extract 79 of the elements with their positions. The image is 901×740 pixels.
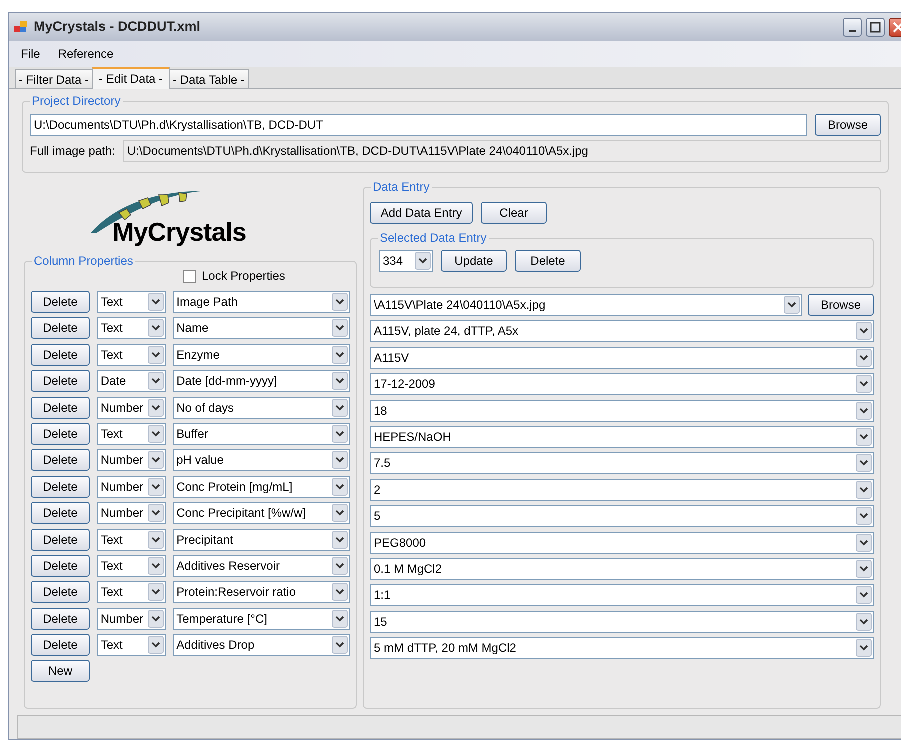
type-dropdown[interactable]: Text — [96, 422, 166, 445]
value-dropdown[interactable]: HEPES/NaOH — [370, 426, 874, 448]
checkbox-label: Lock Properties — [202, 268, 286, 285]
column-name-dropdown[interactable]: Buffer — [172, 422, 350, 445]
column-name-dropdown[interactable]: Conc Protein [mg/mL] — [172, 476, 350, 498]
delete-button[interactable]: Delete — [31, 370, 90, 392]
column-name-dropdown[interactable]: Enzyme — [172, 344, 350, 366]
window-title: MyCrystals - DCDDUT.xml — [34, 18, 201, 36]
tab[interactable]: - Filter Data - — [15, 69, 94, 88]
value-dropdown[interactable]: PEG8000 — [370, 532, 874, 554]
delete-button[interactable]: Delete — [31, 396, 90, 419]
type-dropdown[interactable]: Number — [96, 502, 166, 524]
type-dropdown[interactable]: Number — [96, 608, 166, 630]
delete-button[interactable]: Delete — [515, 250, 581, 272]
delete-button[interactable]: Delete — [31, 502, 90, 524]
group-title: Project Directory — [30, 94, 123, 108]
column-name-dropdown[interactable]: Name — [172, 317, 350, 340]
column-name-dropdown[interactable]: Temperature [°C] — [172, 608, 350, 630]
value-dropdown[interactable]: A115V — [370, 346, 874, 369]
column-name-dropdown[interactable]: Precipitant — [172, 528, 350, 551]
delete-button[interactable]: Delete — [31, 449, 90, 472]
add-data-entry-button[interactable]: Add Data Entry — [370, 202, 473, 224]
delete-button[interactable]: Delete — [31, 581, 90, 604]
delete-button[interactable]: Delete — [31, 476, 90, 498]
delete-button[interactable]: Delete — [31, 554, 90, 577]
delete-button[interactable]: Delete — [31, 528, 90, 551]
value-dropdown[interactable]: 15 — [370, 610, 874, 633]
value-dropdown[interactable]: 7.5 — [370, 452, 874, 474]
delete-button[interactable]: Delete — [31, 291, 90, 313]
tab[interactable]: - Edit Data - — [92, 67, 170, 89]
type-dropdown[interactable]: Text — [96, 581, 166, 604]
type-dropdown[interactable]: Date — [96, 370, 166, 392]
column-name-dropdown[interactable]: Protein:Reservoir ratio — [172, 581, 350, 604]
browse-button[interactable]: Browse — [808, 294, 874, 316]
column-name-dropdown[interactable]: pH value — [172, 449, 350, 472]
delete-button[interactable]: Delete — [31, 317, 90, 340]
type-dropdown[interactable]: Number — [96, 476, 166, 498]
new-button[interactable]: New — [31, 660, 90, 682]
group-title: Data Entry — [371, 180, 432, 194]
logo-text: MyCrystals — [112, 217, 246, 247]
field-label: Full image path: — [30, 143, 116, 160]
column-name-dropdown[interactable]: Image Path — [172, 291, 350, 313]
value-dropdown[interactable]: 18 — [370, 400, 874, 422]
type-dropdown[interactable]: Text — [96, 317, 166, 340]
menu-item[interactable]: Reference — [58, 45, 114, 63]
group-title: Column Properties — [32, 254, 136, 268]
full-image-path-field: U:\Documents\DTU\Ph.d\Krystallisation\TB, DCD-DUT\A115V\Plate 24\040110\A5x.jpg — [123, 140, 881, 162]
tab[interactable]: - Data Table - — [169, 69, 249, 88]
column-name-dropdown[interactable]: Conc Precipitant [%w/w] — [172, 502, 350, 524]
value-dropdown[interactable]: A115V, plate 24, dTTP, A5x — [370, 320, 874, 342]
type-dropdown[interactable]: Text — [96, 344, 166, 366]
browse-button[interactable]: Browse — [815, 114, 881, 136]
update-button[interactable]: Update — [441, 250, 507, 272]
type-dropdown[interactable]: Text — [96, 634, 166, 656]
value-dropdown[interactable]: 5 — [370, 505, 874, 528]
column-name-dropdown[interactable]: Additives Drop — [172, 634, 350, 656]
value-dropdown[interactable]: \A115V\Plate 24\040110\A5x.jpg — [370, 294, 802, 316]
value-dropdown[interactable]: 17-12-2009 — [370, 373, 874, 396]
type-dropdown[interactable]: Number — [96, 396, 166, 419]
value-dropdown[interactable]: 0.1 M MgCl2 — [370, 558, 874, 580]
value-dropdown[interactable]: 1:1 — [370, 584, 874, 606]
column-name-dropdown[interactable]: No of days — [172, 396, 350, 419]
delete-button[interactable]: Delete — [31, 634, 90, 656]
group-title: Selected Data Entry — [378, 231, 489, 245]
entry-dropdown[interactable]: 334 — [379, 250, 433, 272]
value-dropdown[interactable]: 5 mM dTTP, 20 mM MgCl2 — [370, 637, 874, 660]
delete-button[interactable]: Delete — [31, 422, 90, 445]
menu-item[interactable]: File — [21, 45, 40, 63]
value-dropdown[interactable]: 2 — [370, 478, 874, 501]
clear-button[interactable]: Clear — [481, 202, 547, 224]
type-dropdown[interactable]: Number — [96, 449, 166, 472]
column-name-dropdown[interactable]: Additives Reservoir — [172, 554, 350, 577]
delete-button[interactable]: Delete — [31, 344, 90, 366]
column-name-dropdown[interactable]: Date [dd-mm-yyyy] — [172, 370, 350, 392]
delete-button[interactable]: Delete — [31, 608, 90, 630]
type-dropdown[interactable]: Text — [96, 528, 166, 551]
type-dropdown[interactable]: Text — [96, 554, 166, 577]
type-dropdown[interactable]: Text — [96, 291, 166, 313]
project-directory-field[interactable]: U:\Documents\DTU\Ph.d\Krystallisation\TB, DCD-DUT — [30, 114, 807, 136]
